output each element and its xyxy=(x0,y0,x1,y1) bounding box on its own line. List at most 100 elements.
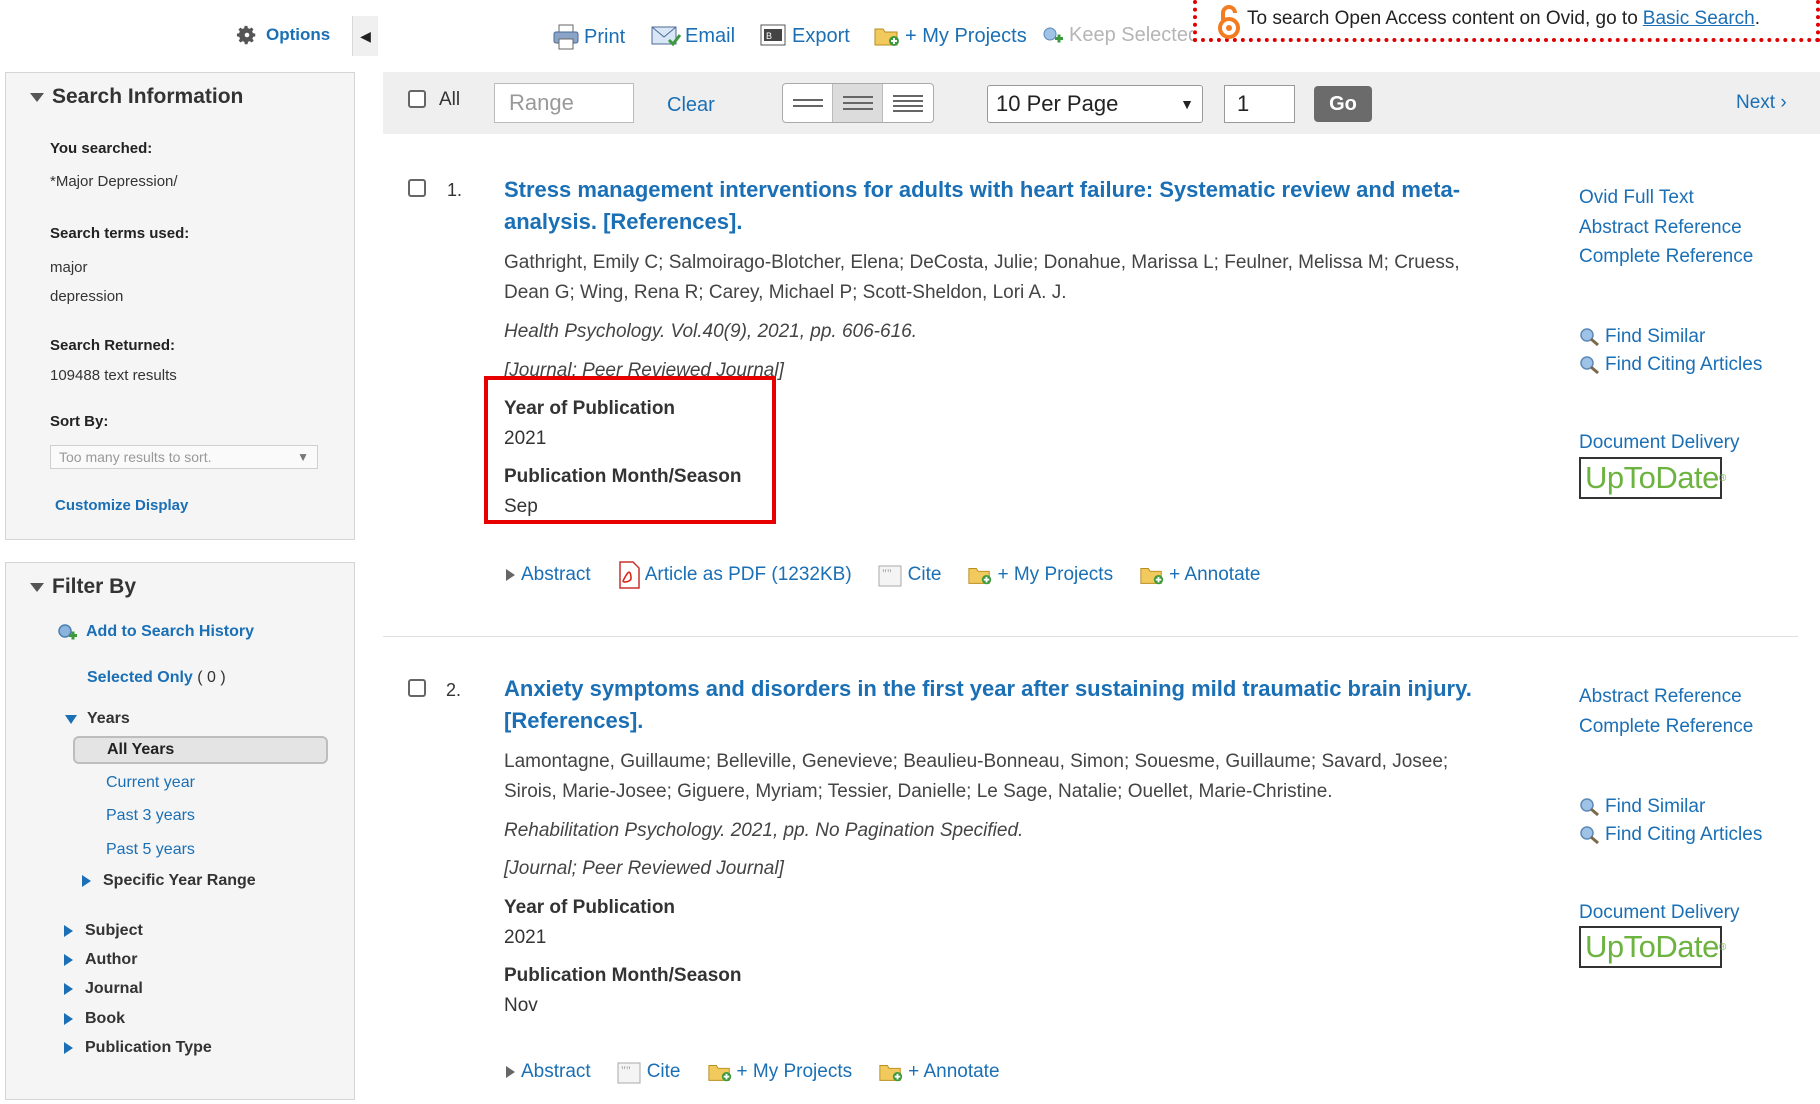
open-access-period: . xyxy=(1754,8,1761,29)
add-to-my-projects-button[interactable]: + My Projects xyxy=(873,24,1027,48)
find-citing-articles-link[interactable]: Find Citing Articles xyxy=(1579,824,1762,846)
select-all-label: All xyxy=(439,89,461,110)
go-button[interactable]: Go xyxy=(1314,86,1372,122)
range-input[interactable]: Range xyxy=(494,83,634,123)
selected-only-link[interactable]: Selected Only ( 0 ) xyxy=(87,669,226,687)
abstract-toggle[interactable]: Abstract xyxy=(506,1061,591,1083)
past-5-years-option[interactable]: Past 5 years xyxy=(106,841,195,859)
add-to-my-projects-link[interactable]: + My Projects xyxy=(707,1060,853,1084)
view-full-button[interactable] xyxy=(883,84,933,122)
uptodate-logo-button[interactable]: UpToDate ® xyxy=(1579,457,1726,499)
author-facet[interactable]: Author xyxy=(64,951,137,969)
chevron-down-icon: ▼ xyxy=(297,450,309,464)
result-actions: Abstract Article as PDF (1232KB) "" Cite… xyxy=(506,561,1287,589)
customize-display-link[interactable]: Customize Display xyxy=(55,497,188,514)
result-number: 2. xyxy=(446,680,462,700)
printer-icon xyxy=(553,24,579,50)
annotate-icon xyxy=(1140,568,1164,585)
uptodate-label: UpToDate xyxy=(1585,460,1719,495)
abstract-label: Abstract xyxy=(521,1061,591,1082)
authors-line: Dean G; Wing, Rena R; Carey, Michael P; … xyxy=(504,282,1067,303)
years-facet-toggle[interactable]: Years xyxy=(65,710,130,728)
article-pdf-link[interactable]: Article as PDF (1232KB) xyxy=(617,561,852,589)
print-button[interactable]: Print xyxy=(552,24,625,50)
search-info-header[interactable]: Search Information xyxy=(30,85,243,109)
export-icon: B xyxy=(760,24,786,46)
find-citing-articles-link[interactable]: Find Citing Articles xyxy=(1579,354,1762,376)
view-standard-button[interactable] xyxy=(833,84,883,122)
abstract-reference-link[interactable]: Abstract Reference xyxy=(1579,686,1742,708)
email-label: Email xyxy=(685,24,736,47)
result-checkbox[interactable] xyxy=(408,179,426,197)
per-page-select[interactable]: 10 Per Page ▼ xyxy=(987,85,1203,123)
you-searched-label: You searched: xyxy=(50,140,153,157)
uptodate-logo-button[interactable]: UpToDate ® xyxy=(1579,926,1726,968)
open-access-notice: To search Open Access content on Ovid, g… xyxy=(1193,0,1820,42)
result-title-line: Anxiety symptoms and disorders in the fi… xyxy=(504,676,1472,701)
keep-selected-label: Keep Selected xyxy=(1069,24,1200,46)
filter-by-header[interactable]: Filter By xyxy=(30,575,136,599)
sort-by-select[interactable]: Too many results to sort. ▼ xyxy=(50,445,318,469)
standard-view-icon xyxy=(842,96,873,110)
selected-only-label: Selected Only xyxy=(87,669,193,686)
clear-button[interactable]: Clear xyxy=(667,94,715,117)
add-to-my-projects-link[interactable]: + My Projects xyxy=(967,563,1113,587)
journal-facet[interactable]: Journal xyxy=(64,980,143,998)
my-projects-label: + My Projects xyxy=(736,1061,853,1082)
subject-facet[interactable]: Subject xyxy=(64,922,143,940)
options-button[interactable]: Options xyxy=(236,24,330,46)
result-title-link[interactable]: Stress management interventions for adul… xyxy=(504,174,1484,238)
find-citing-articles-label: Find Citing Articles xyxy=(1605,354,1763,375)
select-all-checkbox[interactable] xyxy=(408,90,426,108)
complete-reference-link[interactable]: Complete Reference xyxy=(1579,716,1753,738)
annotate-label: + Annotate xyxy=(1169,564,1261,585)
document-delivery-link[interactable]: Document Delivery xyxy=(1579,902,1740,924)
pdf-icon xyxy=(618,561,640,589)
open-access-text: To search Open Access content on Ovid, g… xyxy=(1247,8,1638,29)
view-title-only-button[interactable] xyxy=(783,84,833,122)
search-terms-label: Search terms used: xyxy=(50,225,190,242)
add-to-search-history-link[interactable]: Add to Search History xyxy=(56,622,254,642)
expand-triangle-icon xyxy=(506,569,515,581)
abstract-reference-link[interactable]: Abstract Reference xyxy=(1579,217,1742,239)
cite-button[interactable]: "" Cite xyxy=(617,1060,681,1084)
cite-button[interactable]: "" Cite xyxy=(878,563,941,587)
result-title-link[interactable]: Anxiety symptoms and disorders in the fi… xyxy=(504,673,1484,737)
view-density-toggle xyxy=(782,83,934,123)
next-page-link[interactable]: Next › xyxy=(1736,92,1787,114)
basic-search-link[interactable]: Basic Search xyxy=(1643,8,1755,30)
export-label: Export xyxy=(792,24,850,47)
keep-selected-button[interactable]: Keep Selected xyxy=(1041,24,1199,47)
abstract-toggle[interactable]: Abstract xyxy=(506,564,591,586)
expand-triangle-icon xyxy=(64,983,73,995)
email-icon xyxy=(651,26,681,47)
cite-icon: "" xyxy=(878,565,902,587)
book-facet[interactable]: Book xyxy=(64,1010,125,1028)
find-similar-link[interactable]: Find Similar xyxy=(1579,326,1705,348)
annotate-link[interactable]: + Annotate xyxy=(1139,563,1261,587)
full-view-icon xyxy=(893,94,923,112)
document-delivery-link[interactable]: Document Delivery xyxy=(1579,432,1740,454)
collapse-sidebar-button[interactable]: ◀ xyxy=(352,16,378,56)
authors-line: Gathright, Emily C; Salmoirago-Blotcher,… xyxy=(504,252,1460,273)
annotate-link[interactable]: + Annotate xyxy=(878,1060,1000,1084)
find-similar-link[interactable]: Find Similar xyxy=(1579,796,1705,818)
sort-by-label: Sort By: xyxy=(50,413,109,430)
cite-icon: "" xyxy=(617,1062,641,1084)
past-3-years-option[interactable]: Past 3 years xyxy=(106,807,195,825)
gear-icon xyxy=(236,25,256,45)
search-term: major xyxy=(50,259,88,276)
magnifier-icon xyxy=(1580,826,1599,845)
annotate-label: + Annotate xyxy=(908,1061,1000,1082)
ovid-full-text-link[interactable]: Ovid Full Text xyxy=(1579,187,1694,209)
email-button[interactable]: Email xyxy=(651,24,735,48)
complete-reference-link[interactable]: Complete Reference xyxy=(1579,246,1753,268)
result-checkbox[interactable] xyxy=(408,679,426,697)
export-button[interactable]: B Export xyxy=(760,24,850,48)
page-number-input[interactable]: 1 xyxy=(1224,85,1295,123)
current-year-option[interactable]: Current year xyxy=(106,774,195,792)
publication-type-facet[interactable]: Publication Type xyxy=(64,1039,212,1057)
all-years-option[interactable]: All Years xyxy=(73,736,328,764)
find-similar-label: Find Similar xyxy=(1605,796,1706,817)
specific-year-range-toggle[interactable]: Specific Year Range xyxy=(82,872,256,890)
